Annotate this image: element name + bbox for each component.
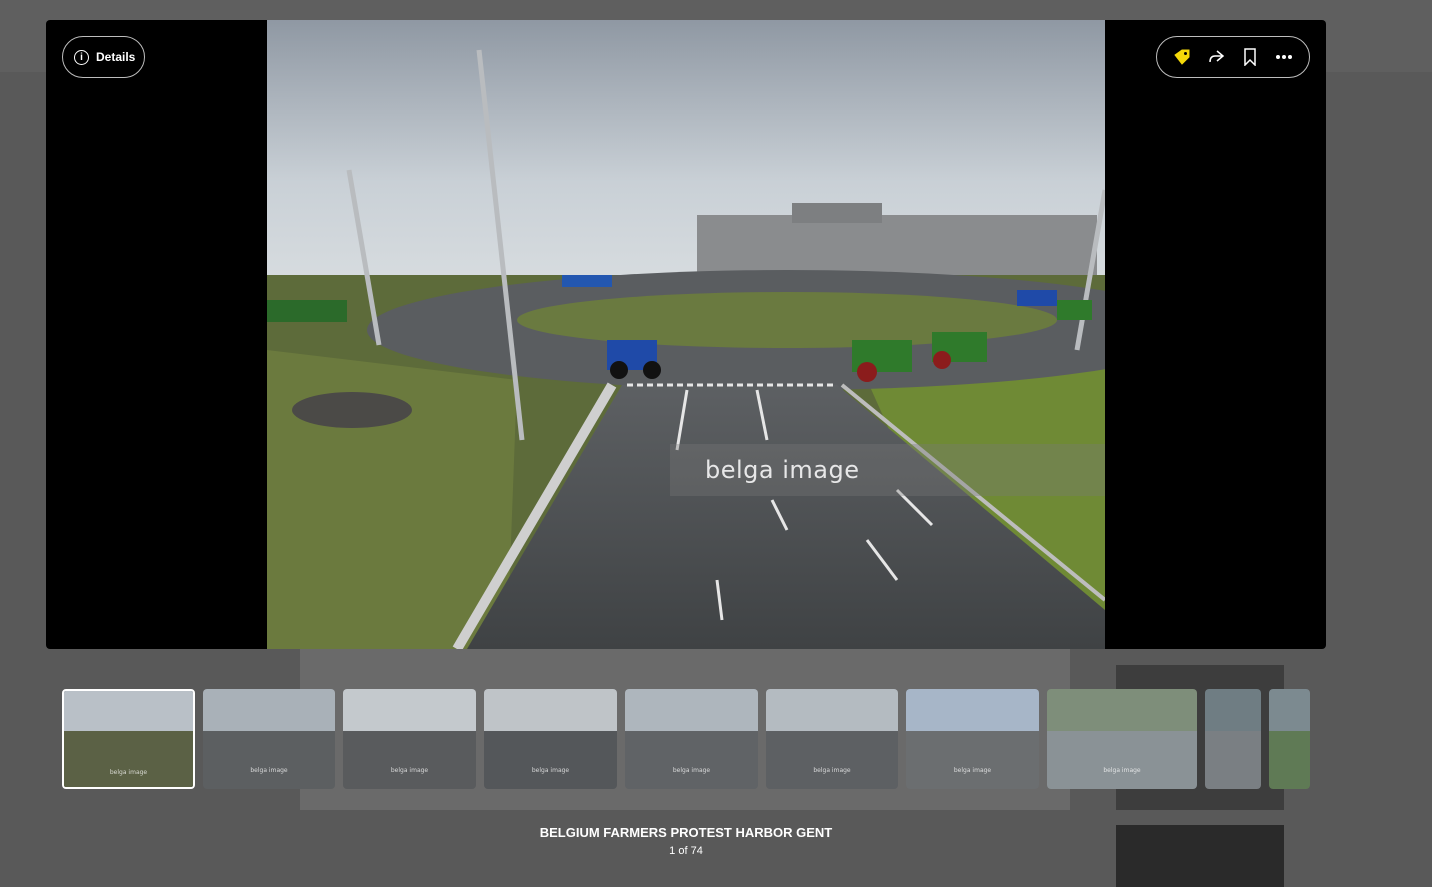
thumbnail-watermark: belga image — [390, 767, 429, 774]
image-counter: 1 of 74 — [669, 845, 703, 857]
thumbnail[interactable]: belga image — [203, 689, 335, 789]
thumbnail-watermark: belga image — [109, 769, 148, 776]
thumbnail-strip: belga image belga image belga image belg… — [62, 689, 1310, 789]
thumbnail[interactable]: belga image — [484, 689, 617, 789]
thumbnail[interactable]: belga image — [766, 689, 898, 789]
thumbnail-watermark: belga image — [813, 767, 851, 774]
thumbnail[interactable]: belga image — [1047, 689, 1197, 789]
details-button[interactable]: i Details — [62, 36, 145, 78]
bookmark-icon[interactable] — [1238, 45, 1262, 69]
thumbnail-watermark: belga image — [531, 767, 570, 774]
details-label: Details — [96, 50, 136, 64]
thumbnail-watermark: belga image — [953, 767, 992, 774]
thumbnail[interactable] — [1269, 689, 1310, 789]
thumbnail[interactable]: belga image — [62, 689, 195, 789]
thumbnail-watermark: belga image — [1103, 767, 1141, 774]
thumbnail[interactable]: belga image — [906, 689, 1039, 789]
thumbnail-watermark: belga image — [250, 767, 288, 774]
info-icon: i — [74, 49, 89, 65]
thumbnail[interactable] — [1205, 689, 1261, 789]
thumbnail[interactable]: belga image — [625, 689, 758, 789]
main-photo[interactable]: belga image — [267, 20, 1105, 649]
photo-watermark: belga image — [670, 444, 1105, 496]
share-icon[interactable] — [1204, 45, 1228, 69]
price-tag-icon[interactable] — [1170, 45, 1194, 69]
image-action-bar — [1156, 36, 1310, 78]
image-viewer: belga image i Details — [46, 20, 1326, 649]
thumbnail-watermark: belga image — [672, 767, 711, 774]
thumbnail[interactable]: belga image — [343, 689, 476, 789]
more-icon[interactable] — [1272, 45, 1296, 69]
image-title: BELGIUM FARMERS PROTEST HARBOR GENT — [539, 825, 833, 840]
photo-illustration — [267, 20, 1105, 649]
